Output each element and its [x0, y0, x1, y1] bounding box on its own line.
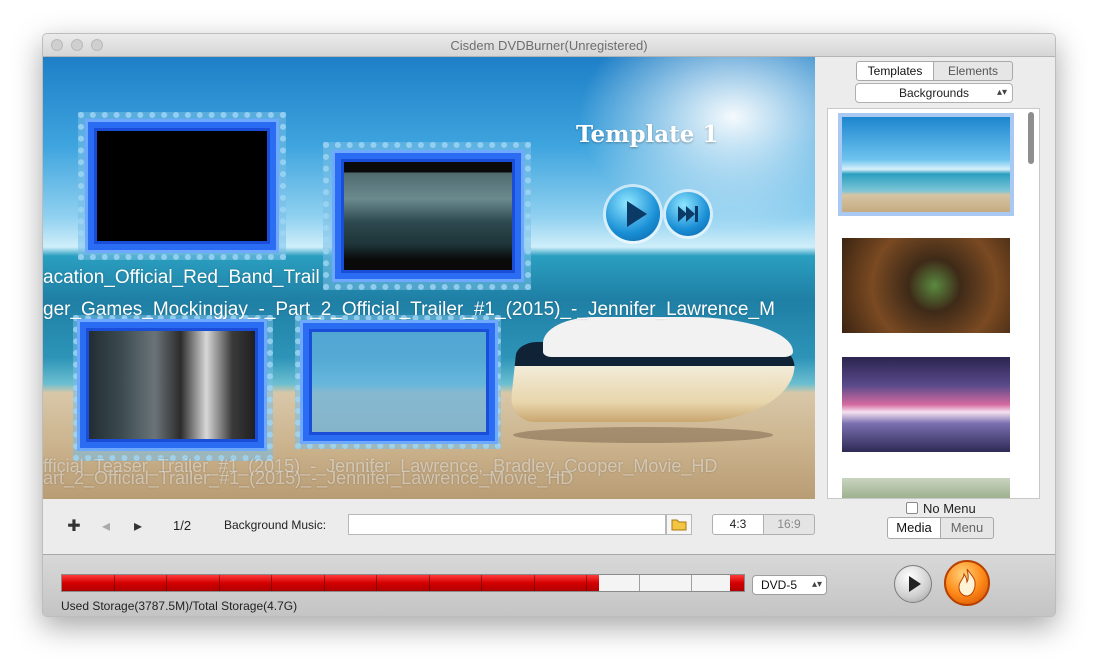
storage-overflow-marker: [730, 575, 744, 591]
play-icon: [627, 201, 647, 227]
play-icon: [909, 576, 921, 592]
title-bar: Cisdem DVDBurner(Unregistered): [43, 34, 1055, 57]
no-menu-checkbox[interactable]: [906, 502, 918, 514]
preview-button[interactable]: [894, 565, 932, 603]
folder-icon: [671, 519, 687, 531]
window-title: Cisdem DVDBurner(Unregistered): [450, 38, 648, 53]
disc-type-value: DVD-5: [761, 578, 798, 592]
no-menu-label[interactable]: No Menu: [923, 501, 976, 516]
burn-button[interactable]: [944, 560, 990, 606]
storage-tick: [639, 575, 640, 591]
video-title-4[interactable]: art_2_Official_Trailer_#1_(2015)_-_Jenni…: [43, 468, 573, 489]
chevron-updown-icon: ▴▾: [811, 579, 822, 590]
flame-icon: [958, 568, 976, 597]
background-thumbnail-nature[interactable]: [842, 478, 1010, 498]
background-thumbnail-wood[interactable]: [842, 238, 1010, 333]
tab-elements[interactable]: Elements: [933, 61, 1013, 81]
menu-preview[interactable]: Template 1 acation_Official_Red_Band_Tra…: [43, 57, 815, 499]
skip-forward-icon: [678, 206, 698, 222]
background-music-input[interactable]: [348, 514, 666, 535]
storage-tick: [429, 575, 430, 591]
app-window: Cisdem DVDBurner(Unregistered) Template …: [42, 33, 1056, 617]
storage-tick: [481, 575, 482, 591]
template-title[interactable]: Template 1: [576, 121, 718, 148]
background-thumbnail-list[interactable]: [827, 108, 1040, 499]
browse-music-button[interactable]: [666, 514, 692, 535]
video-slot-1[interactable]: [88, 122, 276, 250]
aspect-4-3-button[interactable]: 4:3: [712, 514, 764, 535]
disc-type-select[interactable]: DVD-5 ▴▾: [752, 575, 827, 595]
video-title-1[interactable]: acation_Official_Red_Band_Trail: [43, 267, 320, 289]
thumbnail-scrollbar[interactable]: [1028, 112, 1034, 164]
tab-templates[interactable]: Templates: [856, 61, 934, 81]
storage-tick: [691, 575, 692, 591]
storage-progress-bar: [61, 574, 745, 592]
video-slot-4[interactable]: [303, 323, 495, 441]
background-music-label: Background Music:: [224, 518, 327, 532]
video-slot-3[interactable]: [80, 322, 264, 448]
storage-tick: [534, 575, 535, 591]
category-select[interactable]: Backgrounds ▴▾: [855, 83, 1013, 103]
storage-tick: [586, 575, 587, 591]
storage-tick: [271, 575, 272, 591]
storage-tick: [114, 575, 115, 591]
tab-media[interactable]: Media: [887, 517, 941, 539]
storage-text: Used Storage(3787.5M)/Total Storage(4.7G…: [61, 599, 298, 613]
tab-menu[interactable]: Menu: [940, 517, 994, 539]
page-indicator: 1/2: [173, 518, 192, 533]
arrow-left-icon[interactable]: ◂: [98, 516, 114, 536]
play-all-button[interactable]: [606, 187, 660, 241]
storage-tick: [324, 575, 325, 591]
storage-tick: [219, 575, 220, 591]
storage-tick: [376, 575, 377, 591]
category-select-value: Backgrounds: [898, 86, 970, 100]
background-thumbnail-beach[interactable]: [838, 113, 1014, 216]
play-next-button[interactable]: [666, 192, 710, 236]
video-title-2[interactable]: ger_Games_Mockingjay_-_Part_2_Official_T…: [43, 299, 775, 321]
boat-shadow: [513, 427, 773, 443]
plus-icon[interactable]: ✚: [66, 516, 82, 536]
boat-top-image: [543, 317, 793, 357]
aspect-16-9-button[interactable]: 16:9: [763, 514, 815, 535]
video-slot-2[interactable]: [335, 153, 521, 279]
chevron-updown-icon: ▴▾: [996, 87, 1007, 98]
arrow-right-icon[interactable]: ▸: [130, 516, 146, 536]
storage-used-fill: [62, 575, 599, 591]
storage-tick: [166, 575, 167, 591]
background-thumbnail-sunset[interactable]: [842, 357, 1010, 452]
